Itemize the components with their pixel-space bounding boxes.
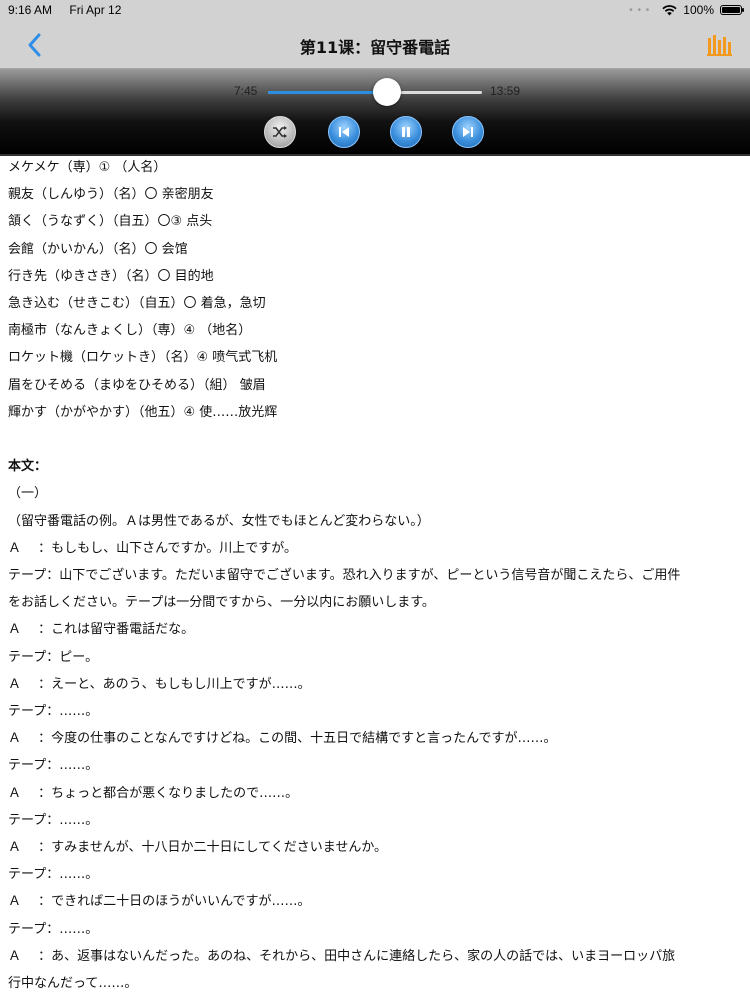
wifi-icon xyxy=(662,4,677,15)
dialogue-line: をお話しください。テープは一分間ですから、一分以内にお願いします。 xyxy=(8,595,435,611)
dialogue-line: テープ：山下でございます。ただいま留守でございます。恐れ入りますが、ピーという信… xyxy=(8,568,681,584)
dialogue-line: Ａ ：今度の仕事のことなんですけどね。この間、十五日で結構ですと言ったんですが…… xyxy=(8,731,557,747)
page-title: 第11课：留守番電話 xyxy=(299,38,451,57)
vocab-item: 頷く（うなずく）（自五）〇③ 点头 xyxy=(8,214,213,230)
intro-note: （留守番電話の例。Ａは男性であるが、女性でもほとんど変わらない。） xyxy=(8,513,430,529)
vocab-item: 行き先（ゆきさき）（名）〇 目的地 xyxy=(8,268,214,284)
multitask-dots-icon: • • • xyxy=(629,4,651,16)
pause-button[interactable] xyxy=(390,116,422,148)
previous-button[interactable] xyxy=(328,116,360,148)
dialogue-line: Ａ ：これは留守番電話だな。 xyxy=(8,622,195,638)
dialogue-line: Ａ ：ちょっと都合が悪くなりましたので……。 xyxy=(8,785,299,801)
vocab-item: 輝かす（かがやかす）（他五）④ 使……放光辉 xyxy=(8,404,278,420)
total-time: 13:59 xyxy=(490,84,521,98)
dialogue-line: テープ：……。 xyxy=(8,812,99,828)
status-left: 9:16 AM Fri Apr 12 xyxy=(8,3,135,17)
section-label: （一） xyxy=(8,486,48,502)
vocab-item: 南極市（なんきょくし）（専）④ （地名） xyxy=(8,323,252,339)
dialogue-line: テープ：……。 xyxy=(8,867,99,883)
text-heading: 本文： xyxy=(8,459,48,475)
previous-icon xyxy=(339,127,349,137)
playlist-button[interactable] xyxy=(706,32,732,58)
status-bar: 9:16 AM Fri Apr 12 • • • 100% xyxy=(0,0,750,22)
vocab-item: メケメケ（専）① （人名） xyxy=(8,160,167,175)
lesson-content: メケメケ（専）① （人名） 親友（しんゆう）（名）〇 亲密朋友 頷く（うなずく）… xyxy=(8,154,744,997)
battery-fill xyxy=(722,7,740,13)
dialogue-line: Ａ ：えーと、あのう、もしもし川上ですが……。 xyxy=(8,676,311,692)
vocab-item: 会館（かいかん）（名）〇 会馆 xyxy=(8,241,188,257)
nav-bar: 第11课：留守番電話 xyxy=(0,22,750,69)
status-right: • • • 100% xyxy=(629,3,744,17)
current-time: 7:45 xyxy=(234,84,258,98)
battery-icon xyxy=(720,5,744,15)
audio-player: 7:45 13:59 xyxy=(0,69,750,156)
dialogue-line: テープ：……。 xyxy=(8,921,99,937)
pause-icon xyxy=(402,127,410,137)
dialogue-line: Ａ ：できれば二十日のほうがいいんですが……。 xyxy=(8,894,311,910)
dialogue-line: Ａ ：もしもし、山下さんですか。川上ですが。 xyxy=(8,540,297,556)
dialogue-line: Ａ ：すみませんが、十八日か二十日にしてくださいませんか。 xyxy=(8,840,388,856)
vocab-item: 眉をひそめる（まゆをひそめる）（組） 皱眉 xyxy=(8,377,266,393)
playlist-bars-icon xyxy=(707,35,732,56)
dialogue-line: テープ：ピー。 xyxy=(8,649,99,665)
status-time: 9:16 AM xyxy=(8,3,53,17)
dialogue-line: テープ：……。 xyxy=(8,758,99,774)
battery-percent: 100% xyxy=(683,3,714,17)
next-icon xyxy=(463,127,473,137)
progress-slider-thumb[interactable] xyxy=(372,78,401,106)
dialogue-line: 行中なんだって……。 xyxy=(8,976,138,992)
status-date: Fri Apr 12 xyxy=(69,3,122,17)
vocab-item: ロケット機（ロケットき）（名）④ 喷气式飞机 xyxy=(8,350,278,366)
shuffle-button[interactable] xyxy=(264,116,296,148)
shuffle-icon xyxy=(273,126,287,138)
dialogue-line: Ａ ：あ、返事はないんだった。あのね、それから、田中さんに連絡したら、家の人の話… xyxy=(8,948,676,964)
progress-played xyxy=(268,91,387,94)
vocab-item: 急き込む（せきこむ）（自五）〇 着急，急切 xyxy=(8,296,266,312)
vocab-item: 親友（しんゆう）（名）〇 亲密朋友 xyxy=(8,187,214,203)
dialogue-line: テープ：……。 xyxy=(8,704,99,720)
next-button[interactable] xyxy=(452,116,484,148)
